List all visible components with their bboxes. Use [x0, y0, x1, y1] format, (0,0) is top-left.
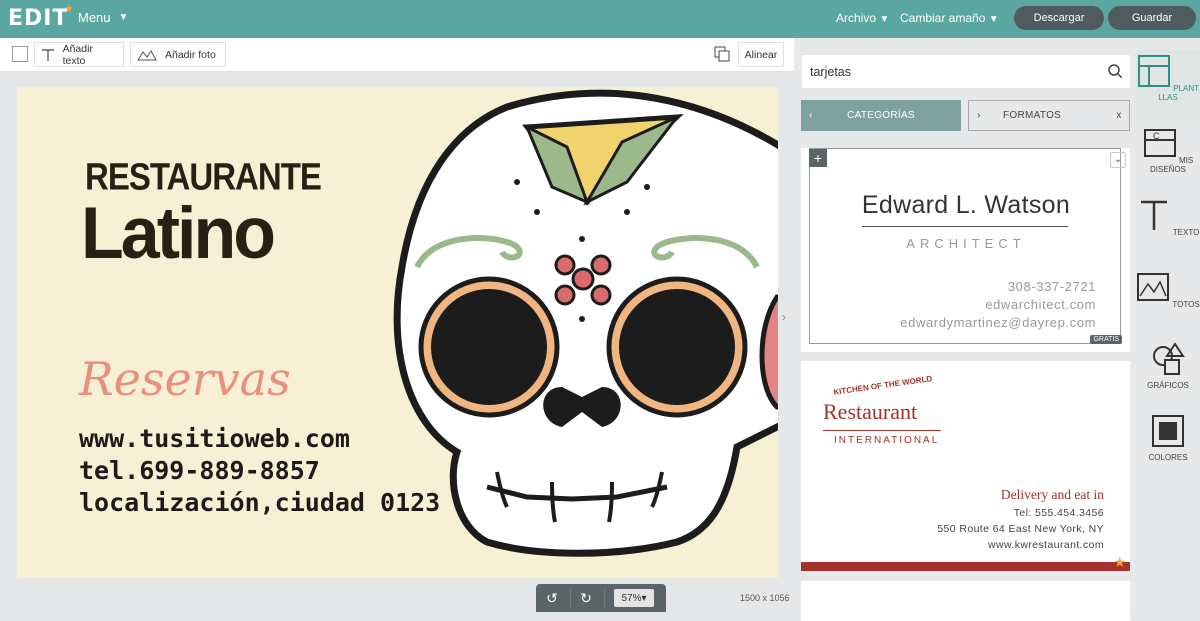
rail-label: TEXTO — [1172, 228, 1200, 237]
layers-icon[interactable] — [714, 46, 730, 62]
editor-toolbar: Añadir texto Añadir foto Alinear — [0, 38, 794, 72]
canvas-reservas[interactable]: Reservas — [79, 352, 291, 406]
zoom-level: 57% — [621, 592, 642, 604]
rail-item-graphics[interactable]: GRÁFICOS — [1136, 338, 1200, 408]
search-input[interactable]: tarjetas — [802, 55, 1130, 88]
archivo-menu[interactable]: Archivo ▼ — [836, 11, 889, 25]
card-web: edwarchitect.com — [985, 297, 1096, 312]
text-icon — [1140, 200, 1167, 230]
align-button[interactable]: Alinear — [738, 42, 784, 67]
card-footer-bar — [801, 562, 1130, 571]
tab-categories[interactable]: ‹ CATEGORÍAS — [801, 100, 961, 131]
logo[interactable]: EDIT ★ — [8, 2, 74, 31]
card-name: Edward L. Watson — [861, 191, 1071, 219]
rail-item-text[interactable]: TEXTO — [1136, 194, 1200, 264]
zoom-bar: ↺ ↻ 57% ▾ — [536, 584, 666, 612]
card-phone: 308-337-2721 — [1007, 279, 1096, 294]
chevron-right-icon: › — [977, 110, 981, 121]
template-card[interactable] — [801, 581, 1130, 621]
cambiar-tamano-menu[interactable]: Cambiar amaño ▼ — [900, 11, 999, 25]
star-icon: ★ — [1113, 554, 1126, 570]
save-button[interactable]: Guardar — [1108, 6, 1196, 30]
canvas-title-latino[interactable]: Latino — [81, 191, 276, 275]
sugar-skull-illustration[interactable] — [377, 87, 778, 578]
card-delivery: Delivery and eat in — [1000, 487, 1104, 502]
text-icon — [42, 48, 54, 61]
svg-text:C: C — [1153, 131, 1160, 141]
card-kitchen: KITCHEN OF THE WORLD — [832, 374, 933, 397]
menu-label: Menu — [78, 10, 111, 25]
rail-label: TOTOS — [1172, 300, 1200, 309]
chevron-down-icon: ▼ — [879, 14, 890, 25]
chevron-down-icon: ▼ — [988, 14, 999, 25]
logo-text: EDIT — [8, 6, 69, 31]
select-all-checkbox[interactable] — [12, 46, 28, 62]
my-designs-icon: C — [1143, 129, 1176, 157]
tab-categories-label: CATEGORÍAS — [847, 110, 915, 121]
card-role: ARCHITECT — [906, 236, 1026, 251]
rail-label: COLORES — [1148, 453, 1188, 462]
add-icon[interactable]: + — [809, 149, 827, 167]
side-rail: PLANT LLAS C MIS DISEÑOS TEXTO TOTOS GRÁ… — [1136, 38, 1200, 612]
tab-formats[interactable]: › FORMATOS x — [968, 100, 1130, 131]
card-address: 550 Route 64 East New York, NY — [937, 523, 1104, 535]
divider — [862, 226, 1068, 227]
colors-icon — [1152, 415, 1184, 447]
templates-panel: tarjetas ‹ CATEGORÍAS › FORMATOS x Edwar… — [794, 38, 1136, 621]
add-photo-label: Añadir foto — [165, 48, 216, 61]
rail-item-my-designs[interactable]: C MIS DISEÑOS — [1136, 122, 1200, 192]
design-canvas[interactable]: RESTAURANTE Latino Reservas www.tusitiow… — [17, 87, 778, 578]
search-value: tarjetas — [810, 65, 851, 79]
star-icon: ★ — [64, 2, 75, 15]
zoom-select[interactable]: 57% ▾ — [614, 589, 654, 607]
search-icon[interactable] — [1108, 64, 1122, 78]
graphics-icon — [1153, 342, 1185, 375]
top-bar: EDIT ★ Menu ▼ Archivo ▼ Cambiar amaño ▼ D… — [0, 0, 1200, 38]
card-web: www.kwrestaurant.com — [988, 539, 1104, 551]
card-restaurant-name: Restaurant — [823, 399, 918, 424]
add-photo-button[interactable]: Añadir foto — [130, 42, 226, 67]
divider — [823, 430, 941, 431]
template-preview: Edward L. Watson ARCHITECT 308-337-2721 … — [809, 148, 1121, 344]
canvas-website[interactable]: www.tusitioweb.com — [79, 424, 350, 453]
chevron-left-icon: ‹ — [809, 110, 813, 121]
photos-icon — [1137, 273, 1170, 301]
chevron-down-icon: ▼ — [118, 12, 129, 23]
card-tel: Tel: 555.454.3456 — [1013, 507, 1104, 519]
add-text-button[interactable]: Añadir texto — [34, 42, 124, 67]
download-button[interactable]: Descargar — [1014, 6, 1104, 30]
chevron-down-icon[interactable]: ⌄ — [1110, 152, 1126, 168]
canvas-dimensions: 1500 x 1056 — [740, 593, 790, 603]
cambiar-label: Cambiar amaño — [900, 11, 986, 25]
menu-button[interactable]: Menu ▼ — [78, 10, 128, 25]
template-card-architect[interactable]: Edward L. Watson ARCHITECT 308-337-2721 … — [801, 148, 1130, 352]
templates-icon — [1137, 55, 1170, 87]
free-badge: GRATIS — [1090, 335, 1122, 344]
undo-icon[interactable]: ↺ — [544, 590, 560, 606]
template-card-restaurant[interactable]: KITCHEN OF THE WORLD Restaurant INTERNAT… — [801, 361, 1130, 571]
separator — [570, 588, 571, 608]
rail-item-photos[interactable]: TOTOS — [1136, 266, 1200, 336]
photo-icon — [137, 49, 157, 60]
tab-formats-label: FORMATOS — [1003, 110, 1062, 121]
archivo-label: Archivo — [836, 11, 877, 25]
add-text-label: Añadir texto — [62, 42, 93, 67]
rail-label: GRÁFICOS — [1147, 381, 1189, 390]
card-email: edwardymartinez@dayrep.com — [900, 315, 1096, 330]
close-icon[interactable]: x — [1109, 110, 1129, 121]
rail-item-templates[interactable]: PLANT LLAS — [1136, 50, 1200, 120]
separator — [604, 588, 605, 608]
redo-icon[interactable]: ↻ — [578, 590, 594, 606]
canvas-phone[interactable]: tel.699-889-8857 — [79, 456, 320, 485]
rail-item-colors[interactable]: COLORES — [1136, 410, 1200, 480]
card-international: INTERNATIONAL — [834, 435, 940, 446]
